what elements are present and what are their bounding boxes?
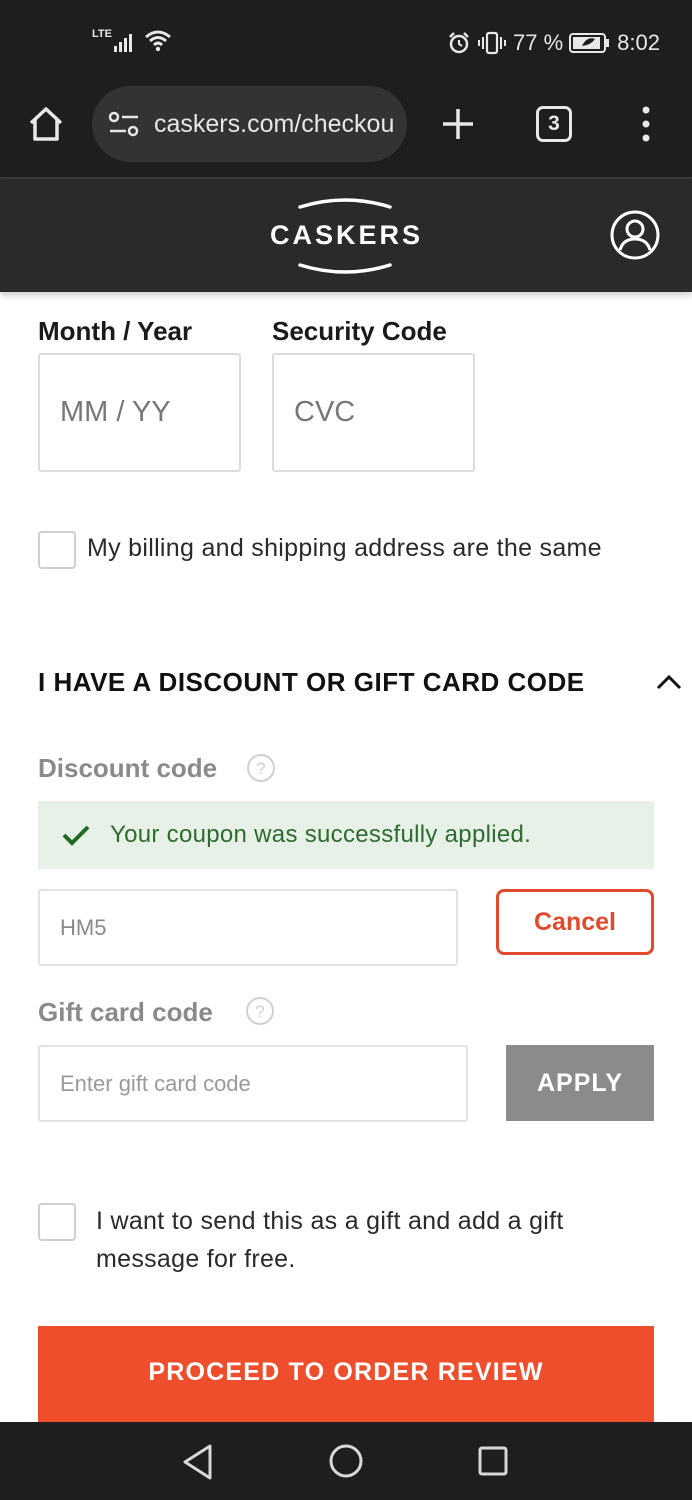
lte-label: LTE <box>92 28 112 40</box>
svg-text:?: ? <box>255 1002 264 1021</box>
more-menu-icon[interactable] <box>632 104 660 144</box>
discount-section-title[interactable]: I HAVE A DISCOUNT OR GIFT CARD CODE <box>38 667 585 698</box>
status-time: 8:02 <box>617 30 660 55</box>
help-icon[interactable]: ? <box>245 996 275 1026</box>
status-left: LTE <box>92 28 172 52</box>
wifi-icon <box>145 30 171 52</box>
alarm-icon <box>449 32 469 54</box>
system-nav-bar <box>0 1422 692 1500</box>
expiry-label: Month / Year <box>38 316 193 346</box>
logo-text: CASKERS <box>270 220 424 250</box>
coupon-success-banner: Your coupon was successfully applied. <box>38 801 654 869</box>
battery-icon <box>569 33 610 53</box>
home-icon[interactable] <box>26 104 66 144</box>
caskers-logo[interactable]: CASKERS <box>270 195 420 277</box>
gift-card-input[interactable]: Enter gift card code <box>38 1045 468 1122</box>
chevron-up-icon[interactable] <box>655 672 683 692</box>
gift-label[interactable]: I want to send this as a gift and add a … <box>96 1202 666 1278</box>
back-icon[interactable] <box>180 1442 216 1482</box>
home-circle-icon[interactable] <box>328 1443 364 1479</box>
new-tab-icon[interactable] <box>440 106 476 142</box>
site-header: CASKERS <box>0 179 692 292</box>
same-address-label[interactable]: My billing and shipping address are the … <box>87 534 602 563</box>
svg-text:?: ? <box>256 759 265 778</box>
signal-icon <box>113 34 132 52</box>
address-bar[interactable]: caskers.com/checkout <box>92 86 407 162</box>
proceed-to-order-review-button[interactable]: PROCEED TO ORDER REVIEW <box>38 1326 654 1422</box>
cancel-discount-button[interactable]: Cancel <box>496 889 654 955</box>
gift-checkbox[interactable] <box>38 1203 76 1241</box>
tabs-button[interactable]: 3 <box>536 106 572 142</box>
expiry-input[interactable]: MM / YY <box>38 353 241 472</box>
cvc-input[interactable]: CVC <box>272 353 475 472</box>
gift-card-label: Gift card code <box>38 997 213 1027</box>
checkmark-icon <box>62 825 90 846</box>
battery-percent: 77 % <box>513 30 564 55</box>
account-icon[interactable] <box>609 209 661 261</box>
help-icon[interactable]: ? <box>246 753 276 783</box>
discount-code-input[interactable]: HM5 <box>38 889 458 966</box>
status-bar: LTE 77 % 8:02 <box>0 0 692 84</box>
site-settings-icon[interactable] <box>108 110 140 138</box>
same-address-checkbox[interactable] <box>38 531 76 569</box>
apply-gift-card-button[interactable]: APPLY <box>506 1045 654 1121</box>
cvc-label: Security Code <box>272 316 447 346</box>
status-right: 77 % 8:02 <box>447 30 660 56</box>
url-text: caskers.com/checkout <box>154 109 394 138</box>
vibrate-icon <box>478 31 507 55</box>
discount-code-label: Discount code <box>38 753 218 783</box>
browser-toolbar: caskers.com/checkout 3 <box>0 84 692 178</box>
success-message: Your coupon was successfully applied. <box>110 821 532 848</box>
recents-icon[interactable] <box>478 1446 508 1476</box>
